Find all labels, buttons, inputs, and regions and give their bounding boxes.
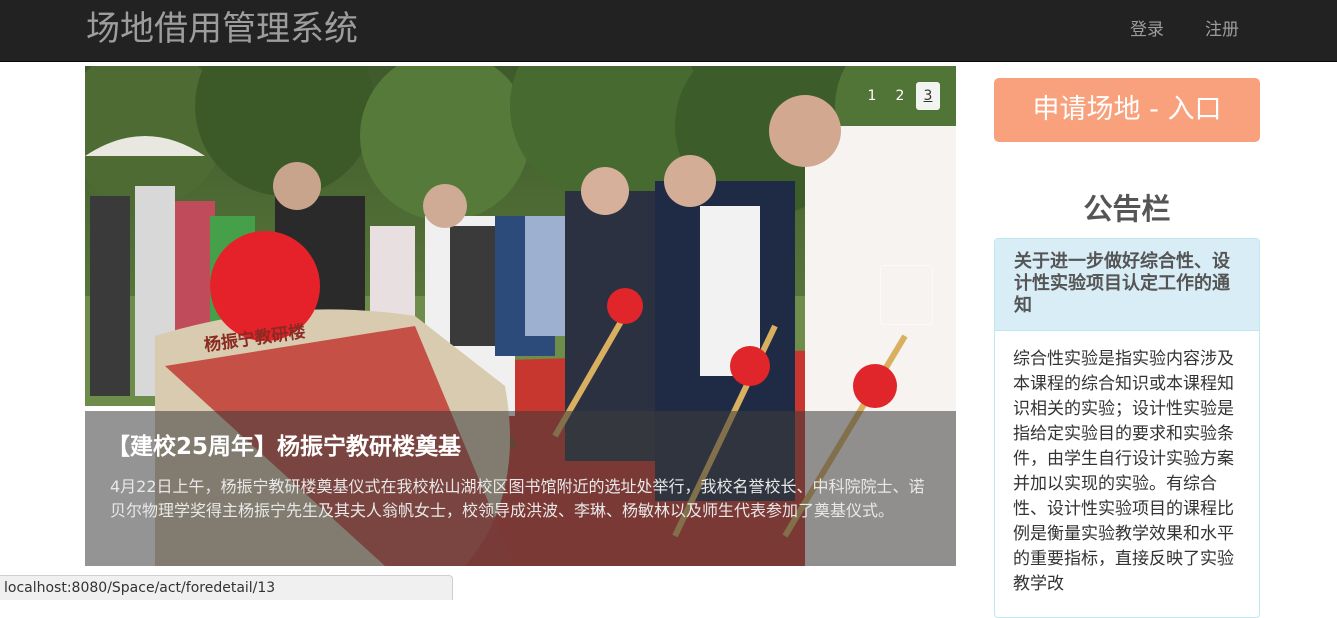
register-link[interactable]: 注册 xyxy=(1205,19,1239,41)
notice-panel: 关于进一步做好综合性、设计性实验项目认定工作的通知 综合性实验是指实验内容涉及本… xyxy=(994,238,1260,618)
caption-text: 4月22日上午，杨振宁教研楼奠基仪式在我校松山湖校区图书馆附近的选址处举行，我校… xyxy=(110,477,925,520)
indicator-2[interactable]: 2 xyxy=(888,82,912,110)
news-carousel[interactable]: 杨振宁教研楼 1 2 3 【建校25周年】杨振宁教研楼奠基 4月22日上午，杨振… xyxy=(85,66,956,566)
notice-title[interactable]: 关于进一步做好综合性、设计性实验项目认定工作的通知 xyxy=(995,239,1259,331)
indicator-3[interactable]: 3 xyxy=(916,82,940,110)
carousel-indicators: 1 2 3 xyxy=(860,82,940,110)
site-brand[interactable]: 场地借用管理系统 xyxy=(86,8,358,50)
indicator-1[interactable]: 1 xyxy=(860,82,884,110)
login-link[interactable]: 登录 xyxy=(1130,19,1164,41)
carousel-caption: 【建校25周年】杨振宁教研楼奠基 4月22日上午，杨振宁教研楼奠基仪式在我校松山… xyxy=(85,411,956,566)
bulletin-board-title: 公告栏 xyxy=(1083,192,1171,226)
notice-body: 综合性实验是指实验内容涉及本课程的综合知识或本课程知识相关的实验；设计性实验是指… xyxy=(1013,349,1234,594)
browser-status-url: localhost:8080/Space/act/foredetail/13 xyxy=(0,575,453,600)
caption-title[interactable]: 【建校25周年】杨振宁教研楼奠基 xyxy=(107,431,461,463)
apply-venue-button[interactable]: 申请场地 - 入口 xyxy=(994,78,1260,142)
carousel-next-control[interactable] xyxy=(880,265,933,325)
top-navbar: 场地借用管理系统 登录 注册 xyxy=(0,0,1337,62)
